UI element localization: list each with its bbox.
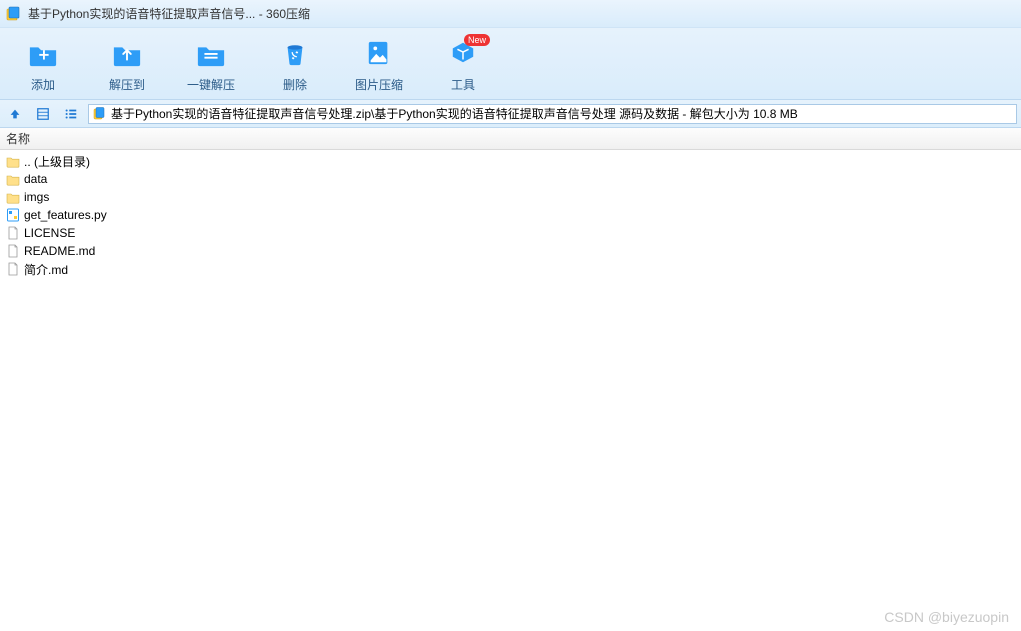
oneclick-extract-button[interactable]: 一键解压 <box>186 38 236 93</box>
delete-button[interactable]: 删除 <box>270 38 320 93</box>
file-name: README.md <box>24 244 95 258</box>
view-list-icon[interactable] <box>60 103 82 125</box>
extract-folder-icon <box>112 38 142 68</box>
column-header[interactable]: 名称 <box>0 128 1021 150</box>
file-icon <box>6 226 20 240</box>
extract-button[interactable]: 解压到 <box>102 38 152 93</box>
file-row[interactable]: .. (上级目录) <box>0 152 1021 170</box>
py-icon <box>6 208 20 222</box>
trash-icon <box>280 38 310 68</box>
folder-icon <box>6 190 20 204</box>
image-compress-button[interactable]: 图片压缩 <box>354 38 404 93</box>
column-name: 名称 <box>6 130 30 147</box>
file-row[interactable]: get_features.py <box>0 206 1021 224</box>
imgzip-label: 图片压缩 <box>355 76 403 93</box>
image-icon <box>364 38 394 68</box>
file-row[interactable]: data <box>0 170 1021 188</box>
path-text: 基于Python实现的语音特征提取声音信号处理.zip\基于Python实现的语… <box>111 105 798 122</box>
window-title: 基于Python实现的语音特征提取声音信号... - 360压缩 <box>28 5 310 22</box>
file-icon <box>6 244 20 258</box>
file-row[interactable]: imgs <box>0 188 1021 206</box>
titlebar: 基于Python实现的语音特征提取声音信号... - 360压缩 <box>0 0 1021 28</box>
oneclick-label: 一键解压 <box>187 76 235 93</box>
zip-file-icon <box>93 107 107 121</box>
file-row[interactable]: LICENSE <box>0 224 1021 242</box>
pathbar: 基于Python实现的语音特征提取声音信号处理.zip\基于Python实现的语… <box>0 100 1021 128</box>
tools-button[interactable]: New 工具 <box>438 38 488 93</box>
new-badge: New <box>464 34 490 46</box>
view-details-icon[interactable] <box>32 103 54 125</box>
toolbar: 添加 解压到 一键解压 删除 <box>0 28 1021 100</box>
file-icon <box>6 262 20 276</box>
up-arrow-icon[interactable] <box>4 103 26 125</box>
folder-icon <box>6 172 20 186</box>
tools-label: 工具 <box>451 76 475 93</box>
app-icon <box>6 6 22 22</box>
file-name: LICENSE <box>24 226 75 240</box>
file-name: data <box>24 172 47 186</box>
file-list: .. (上级目录) data imgs get_features.py LICENSE R… <box>0 150 1021 280</box>
add-button[interactable]: 添加 <box>18 38 68 93</box>
file-row[interactable]: README.md <box>0 242 1021 260</box>
path-input[interactable]: 基于Python实现的语音特征提取声音信号处理.zip\基于Python实现的语… <box>88 104 1017 124</box>
oneclick-folder-icon <box>196 38 226 68</box>
extract-label: 解压到 <box>109 76 145 93</box>
file-name: imgs <box>24 190 49 204</box>
file-name: 简介.md <box>24 261 68 278</box>
delete-label: 删除 <box>283 76 307 93</box>
file-name: get_features.py <box>24 208 107 222</box>
add-folder-icon <box>28 38 58 68</box>
add-label: 添加 <box>31 76 55 93</box>
file-row[interactable]: 简介.md <box>0 260 1021 278</box>
file-name: .. (上级目录) <box>24 153 90 170</box>
watermark: CSDN @biyezuopin <box>884 609 1009 625</box>
folder-up-icon <box>6 154 20 168</box>
